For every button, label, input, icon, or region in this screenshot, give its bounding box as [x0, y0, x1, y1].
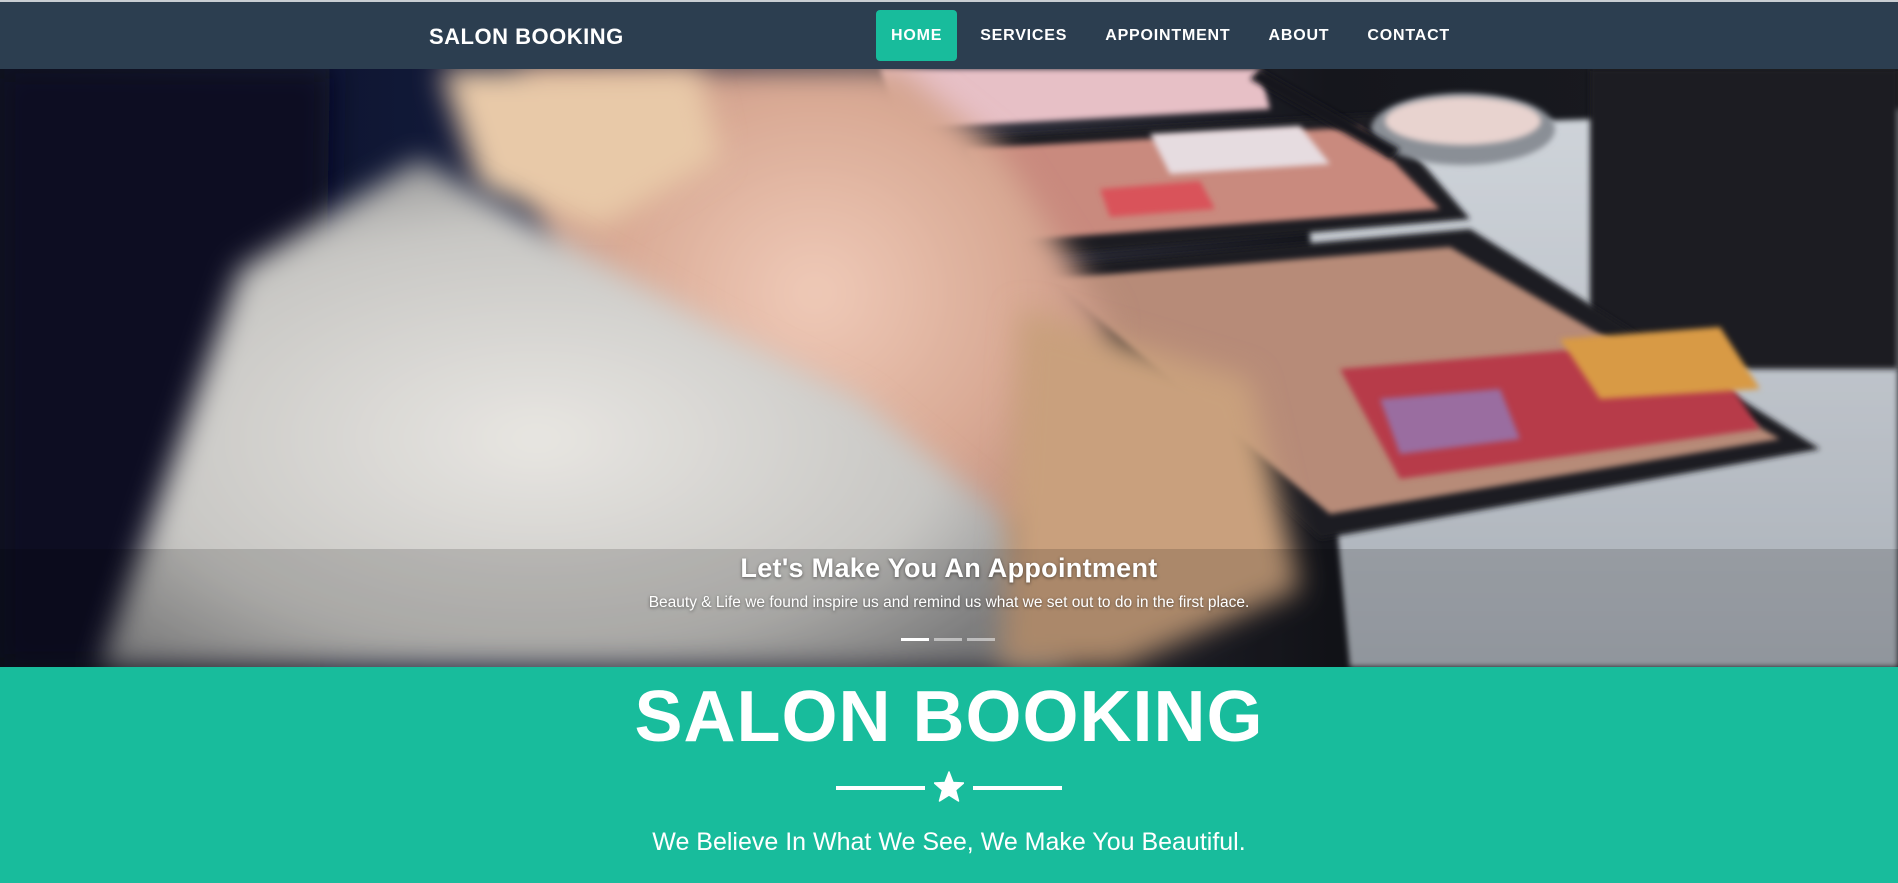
carousel-indicator-3[interactable]	[967, 638, 995, 641]
nav-services[interactable]: SERVICES	[965, 10, 1082, 61]
divider-line-right	[973, 786, 1062, 790]
carousel-indicator-2[interactable]	[934, 638, 962, 641]
hero-title: Let's Make You An Appointment	[740, 553, 1158, 583]
navbar: SALON BOOKING HOME SERVICES APPOINTMENT …	[0, 2, 1898, 69]
masthead-title: SALON BOOKING	[634, 677, 1264, 757]
brand-logo[interactable]: SALON BOOKING	[429, 24, 624, 50]
nav-home[interactable]: HOME	[876, 10, 958, 61]
star-icon	[934, 771, 964, 802]
nav-appointment[interactable]: APPOINTMENT	[1090, 10, 1245, 61]
star-divider	[836, 771, 1062, 805]
carousel-indicators	[901, 638, 1000, 641]
nav-contact[interactable]: CONTACT	[1352, 10, 1465, 61]
masthead-subtitle: We Believe In What We See, We Make You B…	[652, 828, 1246, 856]
nav-menu: HOME SERVICES APPOINTMENT ABOUT CONTACT	[876, 10, 1473, 61]
carousel-indicator-1[interactable]	[901, 638, 929, 641]
hero-text: Beauty & Life we found inspire us and re…	[648, 594, 1250, 611]
masthead: SALON BOOKING We Believe In What We See,…	[0, 667, 1898, 883]
divider-line-left	[836, 786, 925, 790]
nav-about[interactable]: ABOUT	[1253, 10, 1344, 61]
hero-carousel[interactable]: Let's Make You An Appointment Beauty & L…	[0, 69, 1898, 667]
